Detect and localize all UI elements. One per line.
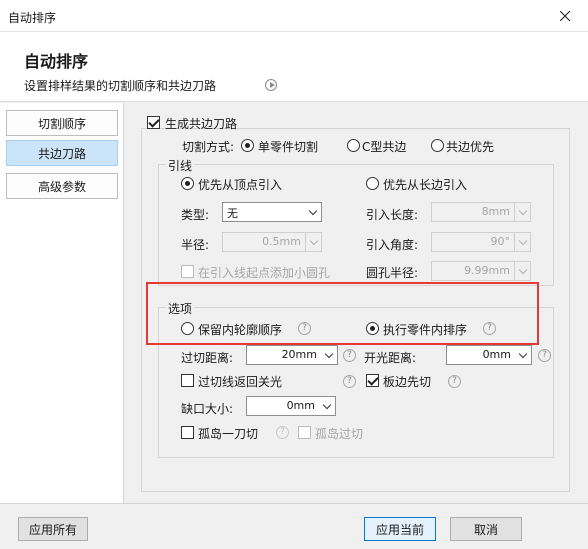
play-icon[interactable]	[265, 79, 277, 91]
chevron-down-icon	[319, 397, 335, 415]
sidebar-item-label: 共边刀路	[37, 146, 86, 161]
chevron-down-icon	[514, 262, 530, 280]
chevron-down-icon	[305, 203, 321, 221]
hole-radius-label: 圆孔半径:	[366, 266, 419, 280]
edge-first-label: 板边先切	[383, 375, 432, 389]
lead-vertex-first-label: 优先从顶点引入	[198, 178, 283, 192]
cancel-button[interactable]: 取消	[450, 517, 522, 541]
help-icon[interactable]: ?	[538, 349, 551, 362]
chevron-down-icon	[514, 203, 530, 221]
island-one-cut-label: 孤岛一刀切	[198, 427, 259, 441]
overcut-return-checkbox[interactable]	[181, 374, 194, 387]
chevron-down-icon	[321, 346, 337, 364]
sidebar-item-advanced[interactable]: 高级参数	[6, 173, 118, 199]
dialog-footer: 应用所有 应用当前 取消	[0, 503, 588, 549]
cut-mode-single-label: 单零件切割	[258, 140, 319, 154]
lead-angle-input[interactable]: 90°	[431, 232, 531, 252]
highlight-box	[146, 282, 539, 345]
cut-mode-priority-radio[interactable]	[431, 139, 444, 152]
help-icon[interactable]: ?	[276, 426, 289, 439]
help-icon[interactable]: ?	[343, 375, 356, 388]
open-distance-value: 0mm	[482, 348, 511, 361]
open-distance-label: 开光距离:	[364, 351, 417, 365]
open-distance-input[interactable]: 0mm	[446, 345, 532, 365]
close-icon	[560, 11, 570, 21]
sidebar-item-label: 高级参数	[37, 179, 86, 194]
page-subtitle: 设置排样结果的切割顺序和共边刀路	[24, 79, 217, 93]
sidebar-item-label: 切割顺序	[37, 116, 86, 131]
gap-size-value: 0mm	[286, 399, 315, 412]
lead-long-edge-first-radio[interactable]	[366, 177, 379, 190]
lead-length-label: 引入长度:	[366, 208, 419, 222]
title-bar: 自动排序	[0, 0, 588, 32]
lead-radius-value: 0.5mm	[262, 235, 301, 248]
apply-current-label: 应用当前	[375, 522, 424, 537]
overcut-return-label: 过切线返回关光	[198, 375, 283, 389]
apply-current-button[interactable]: 应用当前	[364, 517, 436, 541]
cut-mode-c-label: C型共边	[362, 140, 407, 154]
sidebar-item-cut-order[interactable]: 切割顺序	[6, 110, 118, 136]
lead-group-title: 引线	[166, 157, 195, 174]
gap-size-input[interactable]: 0mm	[246, 396, 336, 416]
island-cut-checkbox[interactable]	[298, 426, 311, 439]
help-icon[interactable]: ?	[343, 349, 356, 362]
lead-radius-label: 半径:	[181, 238, 210, 252]
gap-size-label: 缺口大小:	[181, 402, 234, 416]
hole-radius-input[interactable]: 9.99mm	[431, 261, 531, 281]
overcut-input[interactable]: 20mm	[246, 345, 338, 365]
cut-mode-c-radio[interactable]	[347, 139, 360, 152]
cut-mode-priority-label: 共边优先	[446, 140, 495, 154]
generate-common-edge-checkbox[interactable]	[147, 116, 160, 129]
cut-mode-single-radio[interactable]	[241, 139, 254, 152]
cut-mode-label: 切割方式:	[182, 140, 235, 154]
lead-type-select[interactable]: 无	[222, 202, 322, 222]
sidebar-item-common-edge[interactable]: 共边刀路	[6, 140, 118, 166]
dialog-header: 自动排序 设置排样结果的切割顺序和共边刀路	[0, 32, 588, 102]
chevron-down-icon	[305, 233, 321, 251]
hole-radius-value: 9.99mm	[464, 264, 510, 277]
lead-length-input[interactable]: 8mm	[431, 202, 531, 222]
island-cut-label: 孤岛过切	[315, 427, 364, 441]
close-button[interactable]	[542, 0, 588, 32]
lead-long-edge-first-label: 优先从长边引入	[383, 178, 468, 192]
generate-common-edge-label: 生成共边刀路	[165, 117, 238, 131]
lead-vertex-first-radio[interactable]	[181, 177, 194, 190]
overcut-value: 20mm	[281, 348, 317, 361]
add-circle-label: 在引入线起点添加小圆孔	[198, 266, 331, 280]
lead-type-value: 无	[227, 207, 238, 220]
overcut-label: 过切距离:	[181, 351, 234, 365]
chevron-down-icon	[515, 346, 531, 364]
lead-radius-input[interactable]: 0.5mm	[222, 232, 322, 252]
lead-length-value: 8mm	[481, 205, 510, 218]
help-icon[interactable]: ?	[448, 375, 461, 388]
cancel-label: 取消	[473, 522, 498, 537]
lead-type-label: 类型:	[181, 208, 210, 222]
apply-all-label: 应用所有	[28, 522, 77, 537]
island-one-cut-checkbox[interactable]	[181, 426, 194, 439]
lead-angle-label: 引入角度:	[366, 238, 419, 252]
add-circle-checkbox[interactable]	[181, 265, 194, 278]
page-title: 自动排序	[24, 52, 89, 71]
lead-angle-value: 90°	[490, 235, 511, 248]
sidebar: 切割顺序 共边刀路 高级参数	[0, 103, 124, 503]
window-title: 自动排序	[8, 11, 57, 25]
chevron-down-icon	[514, 233, 530, 251]
edge-first-checkbox[interactable]	[366, 374, 379, 387]
apply-all-button[interactable]: 应用所有	[18, 517, 88, 541]
